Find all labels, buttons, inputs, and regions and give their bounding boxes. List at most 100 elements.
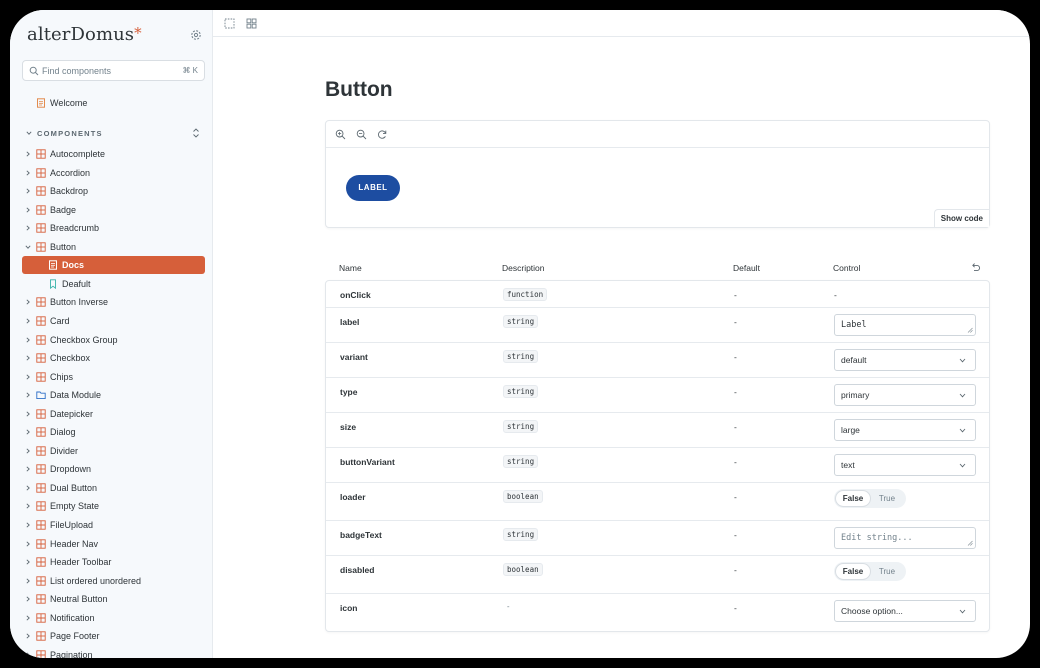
sidebar-item-pagination[interactable]: Pagination — [22, 646, 205, 658]
type-select[interactable]: primary — [834, 384, 976, 406]
sidebar-item-list-ordered-unordered[interactable]: List ordered unordered — [22, 572, 205, 590]
sidebar-item-data-module[interactable]: Data Module — [22, 386, 205, 404]
sidebar-item-checkbox[interactable]: Checkbox — [22, 349, 205, 367]
args-table-header: Name Description Default Control — [325, 260, 990, 280]
sidebar-item-button-inverse[interactable]: Button Inverse — [22, 293, 205, 311]
chevron-down-icon — [959, 393, 966, 398]
loader-toggle[interactable]: False True — [834, 489, 906, 508]
sidebar-item-label: Dialog — [50, 427, 76, 438]
sidebar-item-chips[interactable]: Chips — [22, 368, 205, 386]
select-value: large — [841, 425, 860, 435]
sidebar-item-accordion[interactable]: Accordion — [22, 164, 205, 182]
chevron-right-icon — [26, 318, 30, 324]
disabled-toggle[interactable]: False True — [834, 562, 906, 581]
toggle-true-option[interactable]: True — [870, 491, 904, 506]
document-icon — [37, 98, 45, 108]
component-icon — [36, 446, 46, 456]
show-code-button[interactable]: Show code — [933, 209, 989, 227]
component-icon — [36, 204, 46, 215]
zoom-out-icon[interactable] — [356, 129, 367, 140]
reset-zoom-icon[interactable] — [377, 129, 388, 140]
sidebar-item-label: Deafult — [62, 278, 91, 289]
sidebar-item-empty-state[interactable]: Empty State — [22, 497, 205, 515]
badgetext-text-field[interactable]: Edit string... — [834, 527, 976, 549]
sidebar-item-dialog[interactable]: Dialog — [22, 423, 205, 441]
arg-type: string — [503, 315, 539, 328]
sidebar-item-label: Divider — [50, 445, 79, 456]
sidebar-item-datepicker[interactable]: Datepicker — [22, 405, 205, 423]
size-select[interactable]: large — [834, 419, 976, 441]
resize-grip-icon[interactable] — [967, 540, 973, 546]
sidebar-item-breadcrumb[interactable]: Breadcrumb — [22, 219, 205, 237]
sidebar-item-header-toolbar[interactable]: Header Toolbar — [22, 553, 205, 571]
sidebar-item-badge[interactable]: Badge — [22, 201, 205, 219]
sidebar-item-fileupload[interactable]: FileUpload — [22, 516, 205, 534]
variant-select[interactable]: default — [834, 349, 976, 371]
component-icon — [36, 538, 46, 549]
arg-name: badgeText — [340, 530, 382, 540]
chevron-right-icon — [26, 207, 30, 213]
zoom-in-icon[interactable] — [335, 129, 346, 140]
toggle-true-option[interactable]: True — [870, 564, 904, 579]
toolbar — [213, 10, 1030, 37]
select-value: Choose option... — [841, 606, 903, 616]
component-icon — [36, 409, 46, 419]
sidebar-item-neutral-button[interactable]: Neutral Button — [22, 590, 205, 608]
app-window: alterDomus* Find components ⌘ K Welcome — [10, 10, 1030, 658]
select-value: text — [841, 460, 855, 470]
icon-select[interactable]: Choose option... — [834, 600, 976, 622]
demo-label-button[interactable]: LABEL — [346, 175, 400, 201]
sidebar-item-label: Accordion — [50, 167, 91, 178]
arg-name: icon — [340, 603, 358, 613]
sidebar-item-backdrop[interactable]: Backdrop — [22, 182, 205, 200]
chevron-right-icon — [26, 374, 30, 380]
sidebar-item-label: Backdrop — [50, 186, 89, 197]
gear-icon[interactable] — [190, 29, 202, 41]
column-header-default: Default — [733, 263, 760, 273]
resize-grip-icon[interactable] — [967, 327, 973, 333]
page-title: Button — [325, 78, 393, 101]
sidebar-item-dropdown[interactable]: Dropdown — [22, 460, 205, 478]
reset-controls-icon[interactable] — [970, 262, 981, 273]
component-icon — [36, 371, 46, 382]
arg-type: string — [503, 385, 539, 398]
sidebar-item-autocomplete[interactable]: Autocomplete — [22, 145, 205, 163]
sidebar-item-label: Button — [50, 241, 77, 252]
sidebar-item-welcome[interactable]: Welcome — [22, 94, 205, 112]
sidebar-item-header-nav[interactable]: Header Nav — [22, 535, 205, 553]
chevron-right-icon — [26, 652, 30, 658]
sidebar-item-page-footer[interactable]: Page Footer — [22, 627, 205, 645]
sidebar-item-divider[interactable]: Divider — [22, 442, 205, 460]
grid-icon[interactable] — [246, 18, 257, 29]
sidebar-item-notification[interactable]: Notification — [22, 609, 205, 627]
arg-row-disabled: disabled boolean - False True — [326, 556, 989, 594]
chevron-right-icon — [26, 596, 30, 602]
component-icon — [36, 594, 46, 604]
component-icon — [36, 316, 46, 326]
toggle-false-option[interactable]: False — [836, 491, 870, 506]
chevron-down-icon — [959, 358, 966, 363]
sidebar-item-docs[interactable]: Docs — [22, 256, 205, 275]
select-value: primary — [841, 390, 870, 400]
arg-type: boolean — [503, 490, 543, 503]
search-input[interactable]: Find components ⌘ K — [22, 60, 205, 81]
component-icon — [36, 167, 46, 178]
arg-row-icon: icon - - Choose option... — [326, 594, 989, 629]
component-icon — [36, 464, 46, 474]
sidebar-item-button[interactable]: Button — [22, 238, 205, 256]
sidebar-item-dual-button[interactable]: Dual Button — [22, 479, 205, 497]
expand-collapse-icon[interactable] — [192, 127, 200, 139]
label-text-field[interactable]: Label — [834, 314, 976, 336]
buttonvariant-select[interactable]: text — [834, 454, 976, 476]
sidebar-item-label: Badge — [50, 204, 77, 215]
components-section-header[interactable]: COMPONENTS — [26, 128, 202, 140]
sidebar-item-card[interactable]: Card — [22, 312, 205, 330]
toggle-false-option[interactable]: False — [836, 564, 870, 579]
arg-row-size: size string - large — [326, 413, 989, 448]
sidebar-item-label: Docs — [62, 260, 85, 271]
sidebar-item-checkbox-group[interactable]: Checkbox Group — [22, 331, 205, 349]
arg-name: buttonVariant — [340, 457, 395, 467]
outline-icon[interactable] — [224, 18, 235, 29]
brand-logo[interactable]: alterDomus* — [27, 24, 142, 45]
sidebar-item-deafult[interactable]: Deafult — [22, 275, 205, 293]
